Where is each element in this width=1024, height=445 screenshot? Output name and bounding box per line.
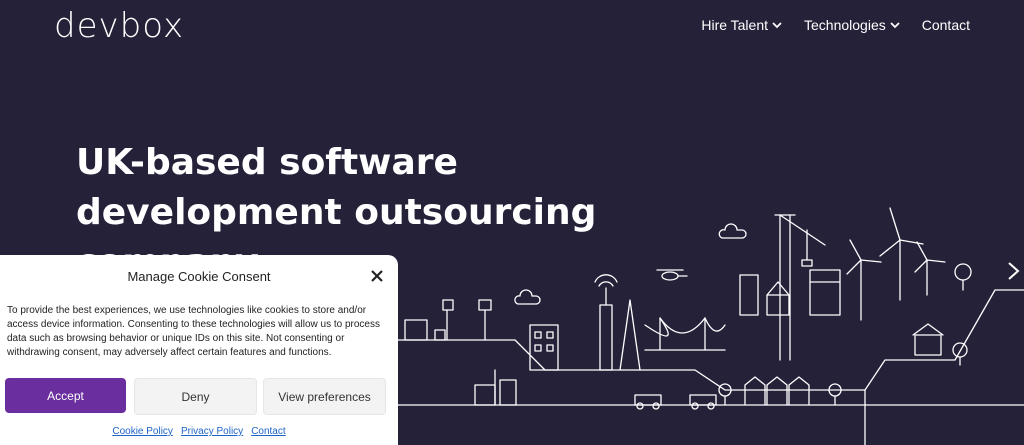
- nav-contact-label: Contact: [921, 17, 970, 33]
- hero-title-line-1: UK-based software: [76, 142, 458, 183]
- cookie-policy-link[interactable]: Cookie Policy: [112, 426, 173, 437]
- nav-hire-talent[interactable]: Hire Talent: [701, 17, 782, 33]
- contact-link[interactable]: Contact: [251, 426, 285, 437]
- city-illustration: [395, 207, 1024, 445]
- cookie-consent-dialog: Manage Cookie Consent To provide the bes…: [0, 255, 398, 445]
- nav-hire-talent-label: Hire Talent: [701, 17, 769, 33]
- cookie-dialog-title: Manage Cookie Consent: [127, 269, 271, 284]
- main-nav: Hire Talent Technologies Contact: [701, 17, 970, 33]
- close-icon[interactable]: [370, 269, 384, 283]
- view-preferences-button[interactable]: View preferences: [263, 378, 386, 415]
- nav-technologies[interactable]: Technologies: [804, 17, 900, 33]
- deny-button[interactable]: Deny: [134, 378, 257, 415]
- nav-technologies-label: Technologies: [804, 17, 886, 33]
- chevron-right-icon[interactable]: [1004, 261, 1022, 281]
- nav-contact[interactable]: Contact: [922, 17, 970, 33]
- privacy-policy-link[interactable]: Privacy Policy: [181, 426, 243, 437]
- cookie-dialog-links: Cookie Policy Privacy Policy Contact: [0, 426, 398, 437]
- accept-button[interactable]: Accept: [5, 378, 126, 413]
- cookie-dialog-message: To provide the best experiences, we use …: [7, 305, 380, 358]
- chevron-down-icon: [890, 21, 900, 28]
- devbox-logo[interactable]: devbox: [54, 6, 184, 46]
- chevron-down-icon: [772, 21, 782, 28]
